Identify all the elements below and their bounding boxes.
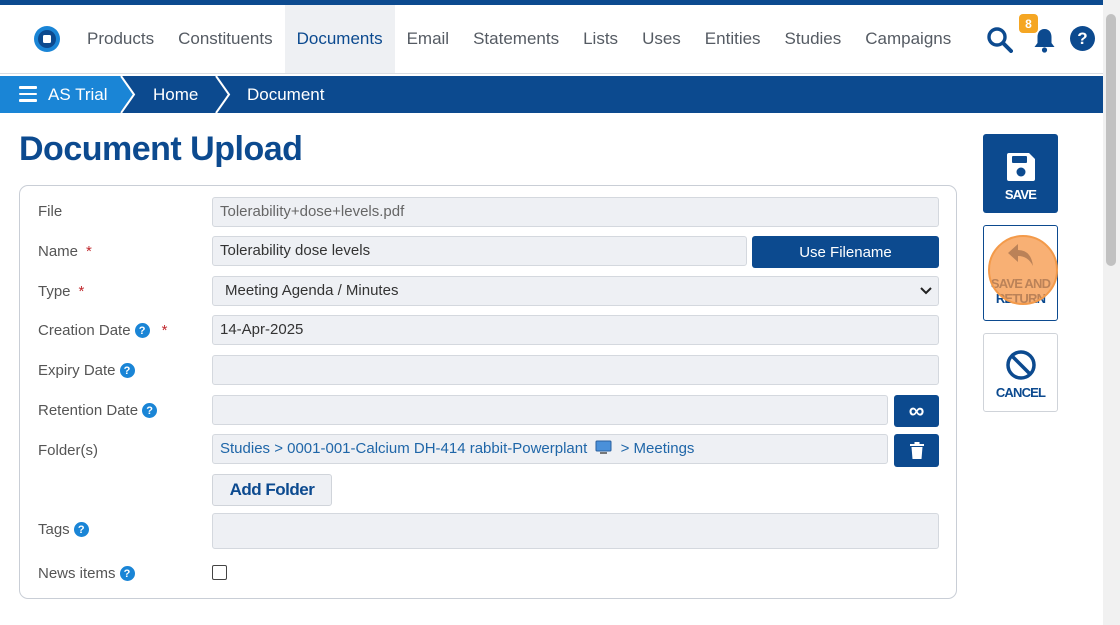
save-and-return-label: SAVE AND RETURN: [990, 276, 1051, 306]
type-select[interactable]: Meeting Agenda / Minutes: [212, 276, 939, 306]
creation-date-label: Creation Date ? *: [38, 322, 168, 339]
type-label: Type *: [38, 283, 85, 300]
save-and-return-button[interactable]: SAVE AND RETURN: [983, 225, 1058, 321]
chevron-down-icon: [920, 287, 932, 295]
cancel-label: CANCEL: [995, 385, 1046, 400]
add-folder-button[interactable]: Add Folder: [212, 474, 332, 506]
nav-item-constituents[interactable]: Constituents: [166, 5, 285, 73]
help-icon[interactable]: ?: [1070, 26, 1095, 51]
nav-item-email[interactable]: Email: [395, 5, 462, 73]
folder-path[interactable]: Studies > 0001-001-Calcium DH-414 rabbit…: [212, 434, 888, 464]
help-circle-icon[interactable]: ?: [73, 522, 89, 537]
nav-item-documents[interactable]: Documents: [284, 5, 395, 73]
trash-icon: [909, 442, 924, 459]
nav-item-uses[interactable]: Uses: [630, 5, 693, 73]
cancel-button[interactable]: CANCEL: [983, 333, 1058, 412]
expiry-date-label: Expiry Date ?: [38, 362, 135, 379]
breadcrumb: AS Trial Home Document: [0, 76, 1103, 113]
breadcrumb-item-current: Document: [247, 85, 325, 104]
help-circle-icon[interactable]: ?: [142, 403, 158, 418]
expiry-date-input[interactable]: [212, 355, 939, 385]
creation-date-input[interactable]: 14-Apr-2025: [212, 315, 939, 345]
breadcrumb-item-home[interactable]: Home: [153, 76, 198, 113]
file-label: File: [38, 203, 63, 220]
file-field: Tolerability+dose+levels.pdf: [212, 197, 939, 227]
name-input[interactable]: Tolerability dose levels: [212, 236, 747, 266]
folder-path-end[interactable]: > Meetings: [621, 440, 695, 457]
tags-label: Tags ?: [38, 521, 89, 538]
folders-label: Folder(s): [38, 442, 99, 459]
nav-item-products[interactable]: Products: [75, 5, 166, 73]
floppy-disk-icon: [1006, 153, 1035, 181]
app-logo-icon[interactable]: [33, 25, 61, 53]
tags-input[interactable]: [212, 513, 939, 549]
scrollbar-thumb[interactable]: [1106, 14, 1116, 266]
retention-date-input[interactable]: [212, 395, 888, 425]
hamburger-menu-icon[interactable]: [19, 86, 37, 102]
delete-folder-button[interactable]: [894, 434, 939, 467]
return-arrow-icon: [1007, 244, 1033, 266]
infinity-button[interactable]: ∞: [894, 395, 939, 427]
help-circle-icon[interactable]: ?: [119, 566, 135, 581]
help-circle-icon[interactable]: ?: [134, 323, 150, 338]
breadcrumb-separator-icon: [120, 76, 136, 113]
nav-item-studies[interactable]: Studies: [773, 5, 854, 73]
breadcrumb-separator-icon: [215, 76, 231, 113]
page-title: Document Upload: [19, 130, 303, 168]
news-items-checkbox[interactable]: [212, 565, 227, 580]
save-label: SAVE: [1004, 187, 1037, 202]
help-circle-icon[interactable]: ?: [119, 363, 135, 378]
folder-path-start[interactable]: Studies > 0001-001-Calcium DH-414 rabbit…: [220, 440, 587, 457]
prohibited-icon: [1005, 350, 1036, 380]
nav-item-campaigns[interactable]: Campaigns: [853, 5, 963, 73]
type-selected-value: Meeting Agenda / Minutes: [225, 282, 399, 299]
nav-item-lists[interactable]: Lists: [571, 5, 630, 73]
retention-date-label: Retention Date ?: [38, 402, 158, 419]
bell-icon[interactable]: [1032, 27, 1057, 53]
nav-item-entities[interactable]: Entities: [693, 5, 773, 73]
news-items-label: News items ?: [38, 565, 135, 582]
main-menu: Products Constituents Documents Email Statem…: [75, 5, 963, 73]
search-icon[interactable]: [986, 26, 1013, 53]
computer-icon: [595, 440, 612, 454]
nav-item-statements[interactable]: Statements: [461, 5, 571, 73]
breadcrumb-item-account[interactable]: AS Trial: [48, 76, 108, 113]
use-filename-button[interactable]: Use Filename: [752, 236, 939, 268]
top-navigation: Products Constituents Documents Email Statem…: [0, 5, 1103, 74]
name-label: Name *: [38, 243, 92, 260]
save-button[interactable]: SAVE: [983, 134, 1058, 213]
